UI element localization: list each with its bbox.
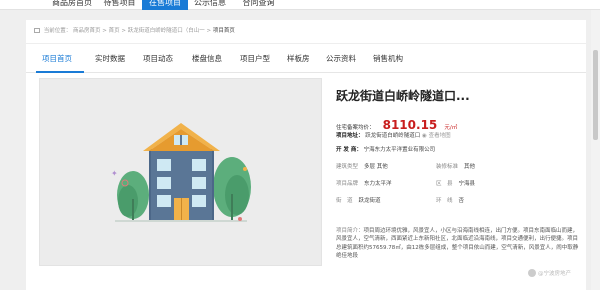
field-value: 多层 其他 — [364, 164, 388, 170]
tab-realtime-data[interactable]: 实时数据 — [95, 53, 125, 64]
home-icon — [34, 28, 40, 33]
field-label: 项目品牌 — [336, 181, 359, 187]
nav-tab-contract[interactable]: 合同查询 — [236, 0, 281, 10]
nav-tab-home[interactable]: 商品房首页 — [47, 0, 97, 10]
field-value: 其他 — [464, 164, 476, 170]
field-label: 区 县 — [436, 181, 453, 187]
field-brand: 项目品牌 东力太平洋 — [336, 179, 392, 187]
project-intro: 项目简介：项目周边环境优雅，风景宜人，小区与沿海南线相连，出门方便。项目东南面临… — [336, 227, 581, 261]
field-decoration: 装修标准 其他 — [436, 162, 475, 170]
nav-tab-on-sale[interactable]: 在售项目 — [142, 0, 188, 10]
nav-tab-pending[interactable]: 待售项目 — [97, 0, 142, 10]
breadcrumb-current: 项目首页 — [212, 28, 235, 34]
field-building-type: 建筑类型 多层 其他 — [336, 162, 388, 170]
breadcrumb-link-project[interactable]: 跃龙街道白峤岭隧道口（白山一 — [128, 28, 205, 34]
watermark-text: @宁波房地产 — [538, 271, 572, 277]
watermark-logo-icon — [528, 269, 536, 277]
field-county: 区 县宁海县 — [436, 179, 475, 187]
field-label: 建筑类型 — [336, 164, 359, 170]
field-label: 环 线 — [436, 198, 453, 204]
breadcrumb-link-index[interactable]: 首页 — [109, 28, 120, 34]
tab-building-info[interactable]: 楼盘信息 — [192, 53, 222, 64]
tab-sales-agency[interactable]: 销售机构 — [373, 53, 403, 64]
page-scrollbar[interactable] — [591, 10, 600, 290]
developer-value: 宁海东力太平洋置业有限公司 — [363, 147, 436, 153]
breadcrumb-separator: > — [121, 28, 127, 34]
breadcrumb-prefix: 当前位置： — [43, 28, 72, 34]
field-label: 装修标准 — [436, 164, 459, 170]
address-label: 项目地址： — [336, 133, 364, 139]
map-pin-icon[interactable]: ◉ — [422, 133, 427, 139]
svg-text:✦: ✦ — [111, 169, 118, 178]
address-row: 项目地址： 跃龙街道白峤岭隧道口 ◉ 查看地图 — [336, 131, 451, 139]
nav-tab-public-info[interactable]: 公示信息 — [188, 0, 232, 10]
field-ring-road: 环 线否 — [436, 196, 464, 204]
field-street: 街 道跃龙街道 — [336, 196, 381, 204]
field-value: 跃龙街道 — [358, 198, 381, 204]
tab-project-news[interactable]: 项目动态 — [143, 53, 173, 64]
breadcrumb: 当前位置： 商品房首页 > 首页 > 跃龙街道白峤岭隧道口（白山一 > 项目首页 — [34, 26, 235, 34]
watermark: @宁波房地产 — [528, 269, 571, 277]
field-value: 宁海县 — [458, 181, 476, 187]
project-tabs: 项目首页 实时数据 项目动态 楼盘信息 项目户型 样板房 公示资料 销售机构 — [26, 43, 586, 73]
developer-label: 开 发 商： — [336, 147, 362, 153]
project-title: 跃龙街道白峤岭隧道口... — [336, 89, 470, 103]
tab-floor-plans[interactable]: 项目户型 — [240, 53, 270, 64]
breadcrumb-separator: > — [206, 28, 212, 34]
field-value: 东力太平洋 — [364, 181, 392, 187]
active-tab-indicator — [36, 71, 84, 73]
breadcrumb-separator: > — [102, 28, 107, 34]
tab-project-home[interactable]: 项目首页 — [42, 53, 72, 64]
field-value: 否 — [458, 198, 465, 204]
price-value: 8110.15 — [382, 118, 438, 132]
project-image: ✦ — [39, 78, 322, 266]
project-panel: 当前位置： 商品房首页 > 首页 > 跃龙街道白峤岭隧道口（白山一 > 项目首页… — [26, 20, 586, 290]
breadcrumb-link-home[interactable]: 商品房首页 — [73, 28, 101, 34]
tab-model-room[interactable]: 样板房 — [287, 53, 310, 64]
address-value: 跃龙街道白峤岭隧道口 — [365, 133, 421, 139]
intro-text: 项目周边环境优雅，风景宜人，小区与沿海南线相连，出门方便。项目东南面临山而建，风… — [336, 228, 579, 260]
scrollbar-thumb[interactable] — [593, 50, 598, 140]
intro-label: 项目简介： — [336, 228, 364, 234]
view-map-link[interactable]: 查看地图 — [429, 133, 451, 139]
building-illustration-icon: ✦ — [111, 123, 251, 222]
top-navigation: 商品房首页 待售项目 在售项目 公示信息 合同查询 — [0, 0, 600, 10]
developer-row: 开 发 商： 宁海东力太平洋置业有限公司 — [336, 145, 435, 153]
tab-public-docs[interactable]: 公示资料 — [326, 53, 356, 64]
field-label: 街 道 — [336, 198, 353, 204]
